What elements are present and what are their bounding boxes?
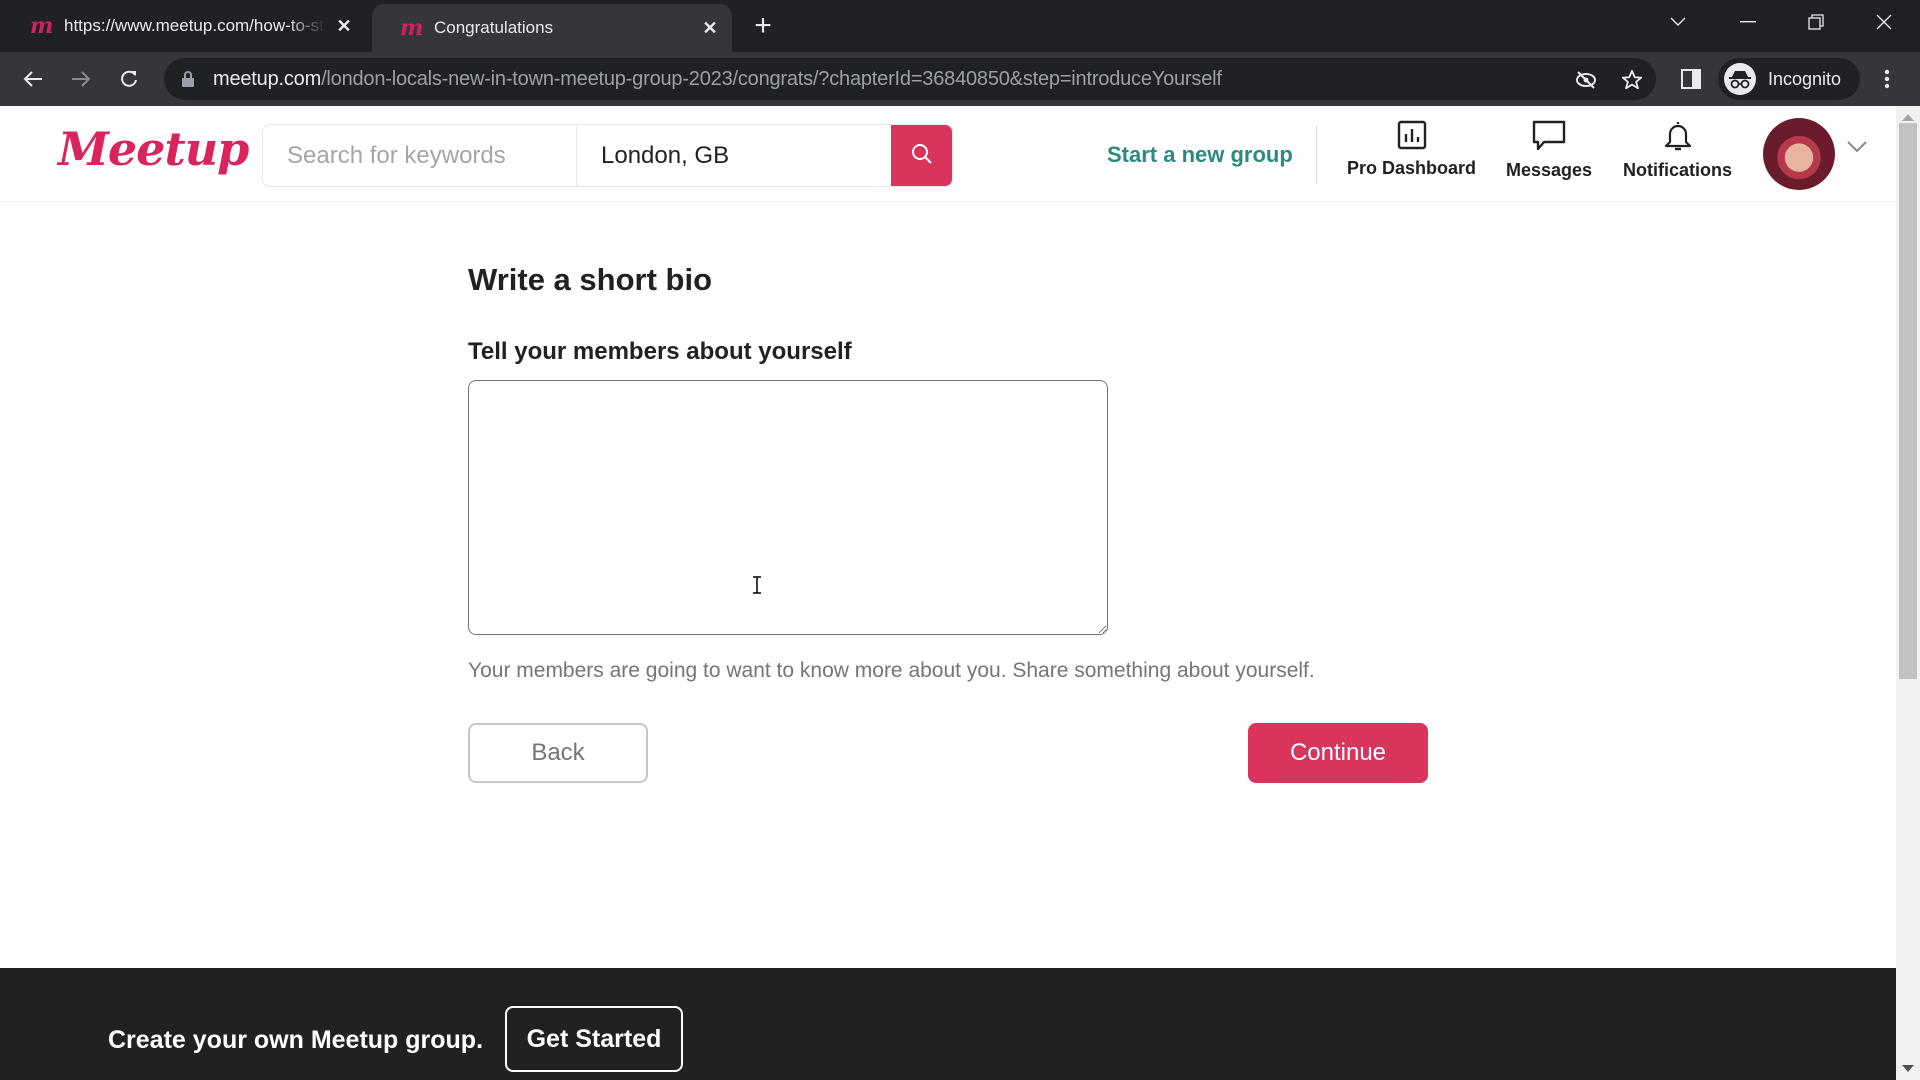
search-bar	[262, 124, 953, 187]
restore-icon[interactable]	[1788, 0, 1844, 44]
footer-cta: Create your own Meetup group. Get Starte…	[0, 968, 1896, 1080]
tracking-protection-eye-slash-icon[interactable]	[1574, 68, 1598, 92]
search-icon	[910, 142, 934, 169]
search-button[interactable]	[891, 125, 952, 186]
reload-icon[interactable]	[112, 62, 146, 96]
scroll-down-arrow-icon[interactable]	[1902, 1065, 1914, 1072]
new-tab-plus-icon[interactable]: +	[748, 11, 778, 42]
url-host: meetup.com	[213, 68, 322, 90]
close-tab-icon[interactable]: ✕	[698, 16, 722, 40]
incognito-profile-button[interactable]: Incognito	[1718, 58, 1860, 100]
get-started-button[interactable]: Get Started	[505, 1006, 683, 1072]
page-scrollbar[interactable]	[1896, 106, 1920, 1080]
browser-tab-1[interactable]: m https://www.meetup.com/how-to-start-a-…	[0, 0, 370, 52]
header-divider	[1316, 126, 1317, 184]
bookmark-star-icon[interactable]	[1620, 68, 1644, 92]
nav-pro-dashboard[interactable]: Pro Dashboard	[1347, 120, 1476, 179]
browser-tabstrip: m https://www.meetup.com/how-to-start-a-…	[0, 0, 1920, 52]
url-text[interactable]: meetup.com/london-locals-new-in-town-mee…	[213, 68, 1222, 91]
url-path: /london-locals-new-in-town-meetup-group-…	[321, 68, 1222, 90]
location-input[interactable]	[577, 125, 891, 186]
step-actions: Back Continue	[468, 723, 1428, 783]
bio-textarea[interactable]	[468, 380, 1108, 635]
nav-notifications[interactable]: Notifications	[1623, 120, 1732, 181]
address-bar[interactable]: meetup.com/london-locals-new-in-town-mee…	[164, 58, 1656, 100]
incognito-label: Incognito	[1768, 68, 1842, 89]
close-tab-icon[interactable]: ✕	[332, 14, 356, 38]
tab-title: https://www.meetup.com/how-to-start-a-gr…	[64, 16, 326, 35]
chart-icon	[1397, 120, 1426, 150]
side-panel-icon[interactable]	[1674, 62, 1708, 96]
lock-icon	[182, 71, 194, 92]
bio-field-label: Tell your members about yourself	[468, 338, 852, 365]
tab-search-chevron-icon[interactable]	[1650, 0, 1706, 44]
keyword-search-input[interactable]	[263, 125, 577, 186]
bio-step: Write a short bio Tell your members abou…	[468, 262, 1428, 783]
text-cursor-icon	[752, 576, 762, 599]
incognito-icon	[1724, 63, 1756, 95]
forward-arrow-icon[interactable]	[64, 62, 98, 96]
browser-tab-2[interactable]: m Congratulations ✕	[372, 4, 732, 52]
minimize-icon[interactable]	[1720, 0, 1776, 44]
footer-cta-text: Create your own Meetup group.	[108, 1026, 484, 1054]
tab-title: Congratulations	[434, 18, 554, 37]
bell-icon	[1664, 122, 1691, 151]
site-header: Meetup Start a new group Pro Dashboard M…	[0, 106, 1896, 202]
nav-label: Pro Dashboard	[1347, 158, 1477, 178]
user-avatar[interactable]	[1763, 118, 1835, 190]
back-arrow-icon[interactable]	[16, 62, 50, 96]
continue-button[interactable]: Continue	[1248, 723, 1428, 783]
meetup-favicon-icon: m	[30, 13, 54, 39]
meetup-page: Meetup Start a new group Pro Dashboard M…	[0, 106, 1896, 1080]
page-title: Write a short bio	[468, 262, 713, 297]
browser-menu-kebab-icon[interactable]	[1870, 62, 1904, 96]
nav-label: Messages	[1506, 160, 1593, 180]
meetup-logo[interactable]: Meetup	[58, 122, 249, 176]
start-new-group-link[interactable]: Start a new group	[1107, 142, 1293, 168]
bio-helper-text: Your members are going to want to know m…	[468, 659, 1315, 682]
browser-toolbar: meetup.com/london-locals-new-in-town-mee…	[0, 52, 1920, 106]
scroll-up-arrow-icon[interactable]	[1902, 114, 1914, 121]
scrollbar-thumb[interactable]	[1899, 123, 1917, 679]
chat-icon	[1532, 120, 1566, 151]
close-window-icon[interactable]	[1856, 0, 1912, 44]
nav-label: Notifications	[1623, 160, 1733, 180]
chevron-down-icon[interactable]	[1846, 140, 1868, 159]
meetup-favicon-icon: m	[400, 15, 424, 41]
back-button[interactable]: Back	[468, 723, 648, 783]
nav-messages[interactable]: Messages	[1506, 120, 1592, 181]
